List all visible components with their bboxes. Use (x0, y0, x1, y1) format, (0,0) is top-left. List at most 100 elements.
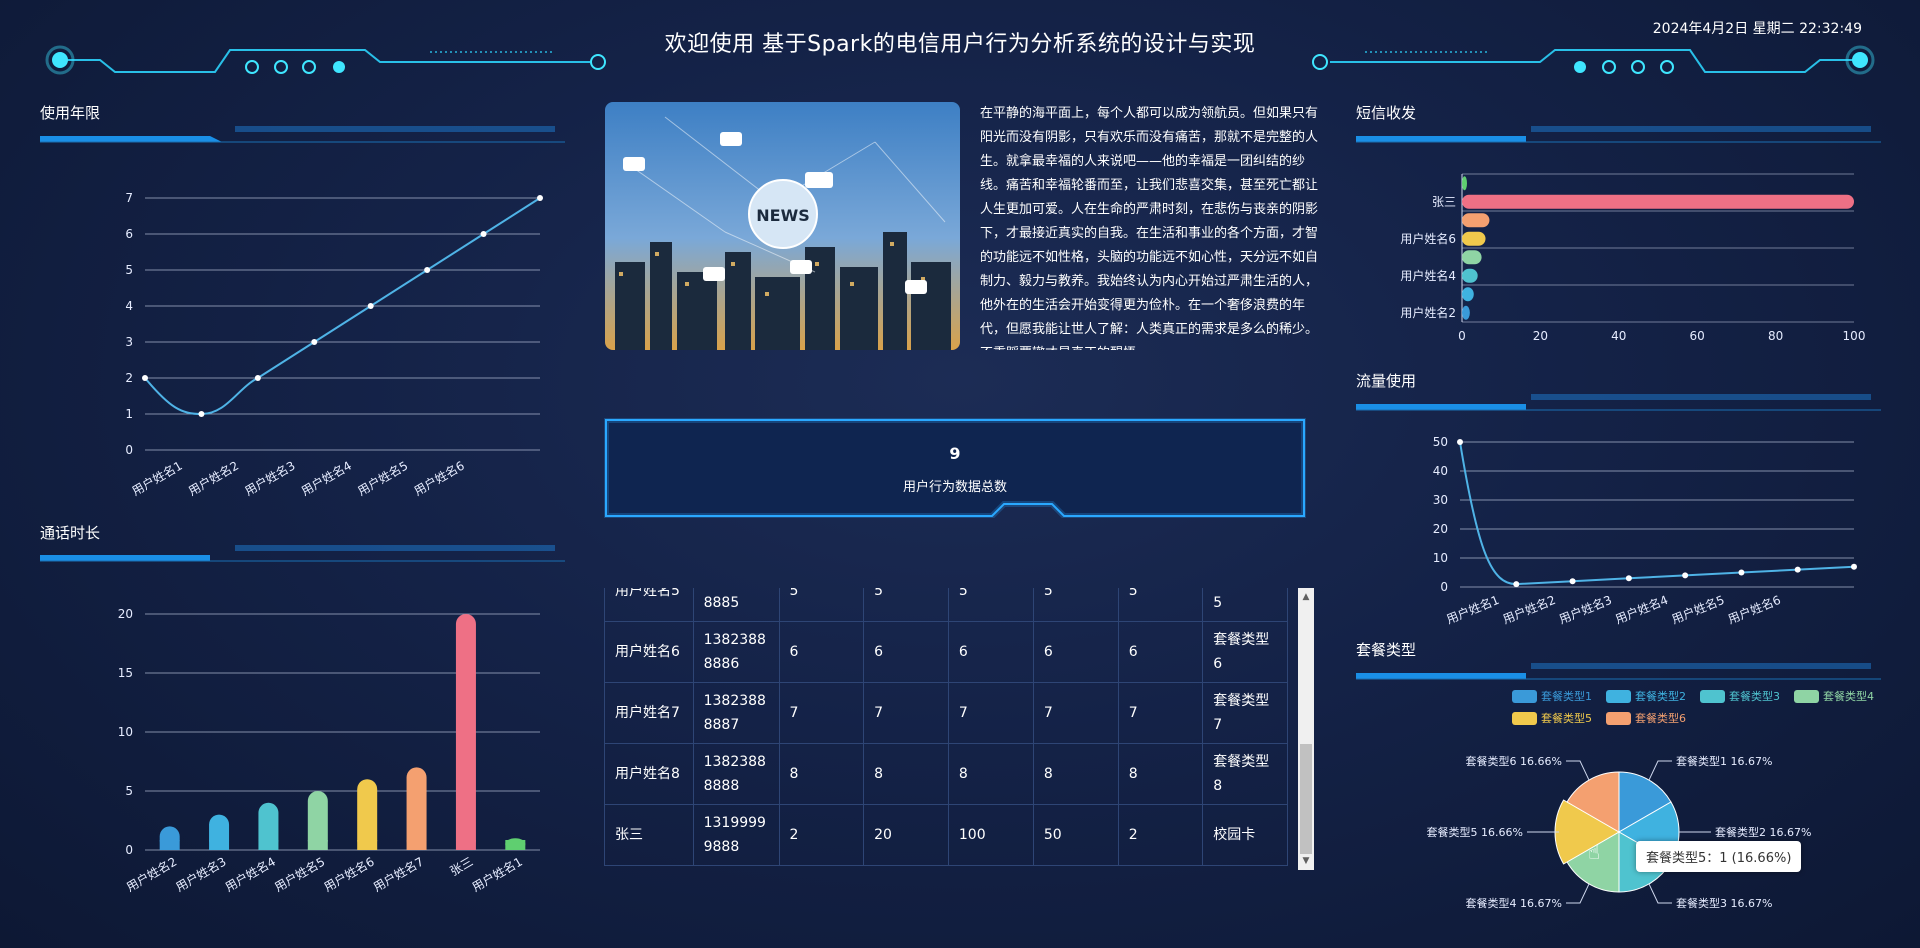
legend-item[interactable]: 套餐类型2 (1606, 688, 1686, 704)
data-point (1625, 575, 1632, 582)
series-line (1459, 441, 1855, 586)
panel-title-traffic: 流量使用 (1356, 372, 1417, 390)
x-tick-label: 0 (1458, 329, 1466, 343)
x-tick-label: 40 (1611, 329, 1626, 343)
table-cell: 1382388 8885 (692, 588, 780, 622)
table-row[interactable]: 用户姓名7 1382388 8887 7 7 7 7 7 套餐类型 7 (604, 682, 1288, 744)
legend-item[interactable]: 套餐类型4 (1794, 688, 1874, 704)
table-cell: 8 (778, 743, 865, 805)
panel-title-plans: 套餐类型 (1356, 641, 1417, 659)
table-cell: 2 (778, 804, 865, 866)
stat-box-frame (604, 418, 1306, 518)
y-tick-label: 30 (1433, 493, 1448, 507)
title-underline-calls (40, 545, 565, 562)
x-tick-label: 用户姓名5 (272, 854, 328, 895)
table-cell: 6 (1117, 621, 1204, 683)
table-cell: 6 (863, 621, 949, 683)
x-tick-label: 用户姓名4 (298, 458, 354, 499)
data-point (424, 267, 431, 273)
bar (1462, 194, 1854, 209)
data-point (537, 195, 543, 201)
bar (1462, 231, 1486, 246)
data-point (1794, 566, 1801, 573)
x-tick-label: 用户姓名1 (469, 854, 525, 895)
user-behavior-table[interactable]: 用户姓名51382388 888555555套餐类型 5用户姓名61382388… (604, 588, 1288, 870)
legend-item[interactable]: 套餐类型6 (1606, 710, 1686, 726)
news-text: 在平静的海平面上，每个人都可以成为领航员。但如果只有阳光而没有阴影，只有欢乐而没… (980, 106, 1318, 350)
table-cell: 套餐类型 8 (1202, 743, 1288, 805)
legend-swatch (1606, 689, 1631, 703)
bar (1462, 213, 1490, 228)
scroll-up-icon[interactable]: ▲ (1300, 592, 1312, 602)
bar (1462, 176, 1467, 191)
x-tick-label: 用户姓名1 (1444, 592, 1501, 627)
table-row[interactable]: 用户姓名51382388 888555555套餐类型 5 (604, 588, 1288, 622)
data-point (1569, 578, 1576, 585)
legend-label: 套餐类型6 (1635, 712, 1686, 725)
news-image: NEWS (605, 102, 960, 350)
pie-slice-label: 套餐类型5 16.66% (1427, 825, 1523, 839)
legend-item[interactable]: 套餐类型3 (1700, 688, 1780, 704)
y-tick-label: 10 (1433, 551, 1448, 565)
page-title: 欢迎使用 基于Spark的电信用户行为分析系统的设计与实现 (664, 32, 1256, 57)
data-point (254, 375, 261, 381)
legend-swatch (1794, 689, 1819, 703)
pie-label-line (1648, 883, 1672, 904)
legend-item[interactable]: 套餐类型1 (1512, 688, 1592, 704)
legend-label: 套餐类型1 (1541, 690, 1592, 703)
data-point (1513, 581, 1520, 588)
y-tick-label: 15 (118, 666, 133, 680)
news-image-label: NEWS (756, 206, 810, 225)
bar-base (307, 840, 328, 850)
table-cell: 5 (1032, 588, 1119, 622)
table-cell: 套餐类型 5 (1202, 588, 1288, 622)
table-row[interactable]: 用户姓名8 1382388 8888 8 8 8 8 8 套餐类型 8 (604, 743, 1288, 805)
y-tick-label: 0 (125, 843, 133, 857)
bar (1462, 250, 1482, 265)
x-tick-label: 100 (1843, 329, 1866, 343)
bar (1462, 305, 1470, 320)
legend-item[interactable]: 套餐类型5 (1512, 710, 1592, 726)
table-row[interactable]: 用户姓名6 1382388 8886 6 6 6 6 6 套餐类型 6 (604, 621, 1288, 683)
x-tick-label: 用户姓名2 (1500, 592, 1557, 627)
x-tick-label: 用户姓名2 (185, 458, 241, 499)
table-cell: 6 (778, 621, 865, 683)
bar (406, 767, 427, 850)
y-tick-label: 5 (125, 263, 133, 277)
title-underline-sms (1356, 126, 1881, 143)
data-point (1738, 569, 1745, 576)
title-underline-years (40, 126, 565, 143)
title-underline-plans (1356, 663, 1881, 680)
x-tick-label: 用户姓名5 (355, 458, 411, 499)
y-tick-label: 用户姓名4 (1400, 268, 1456, 283)
x-tick-label: 用户姓名3 (1557, 592, 1614, 627)
legend-label: 套餐类型2 (1635, 690, 1686, 703)
table-cell: 8 (1117, 743, 1204, 805)
table-cell: 7 (1117, 682, 1204, 744)
sms-bar-chart: 张三用户姓名6 用户姓名4 用户姓名20 20 40 60 80 100 (1400, 173, 1866, 343)
x-tick-label: 60 (1690, 329, 1705, 343)
news-illustration: NEWS (605, 102, 960, 350)
y-tick-label: 50 (1433, 435, 1448, 449)
legend-label: 套餐类型5 (1541, 712, 1592, 725)
table-scrollbar-thumb[interactable] (1300, 744, 1312, 854)
y-tick-label: 2 (125, 371, 133, 385)
y-tick-label: 4 (125, 299, 133, 313)
bar (1462, 268, 1478, 283)
table-cell: 6 (947, 621, 1034, 683)
table-cell: 7 (863, 682, 949, 744)
bar (455, 614, 476, 850)
y-tick-label: 20 (118, 607, 133, 621)
y-tick-label: 10 (118, 725, 133, 739)
bar (1462, 287, 1474, 302)
scroll-down-icon[interactable]: ▼ (1300, 856, 1312, 866)
table-cell: 1382388 8886 (692, 621, 780, 683)
table-cell: 8 (947, 743, 1034, 805)
stat-value: 9 (949, 444, 961, 463)
table-cell: 张三 (604, 804, 694, 866)
panel-title-calls: 通话时长 (40, 524, 101, 542)
y-tick-label: 0 (1440, 580, 1448, 594)
y-tick-label: 3 (125, 335, 133, 349)
table-row[interactable]: 张三 1319999 9888 2 20 100 50 2 校园卡 (604, 804, 1288, 866)
bar-base (455, 840, 476, 850)
